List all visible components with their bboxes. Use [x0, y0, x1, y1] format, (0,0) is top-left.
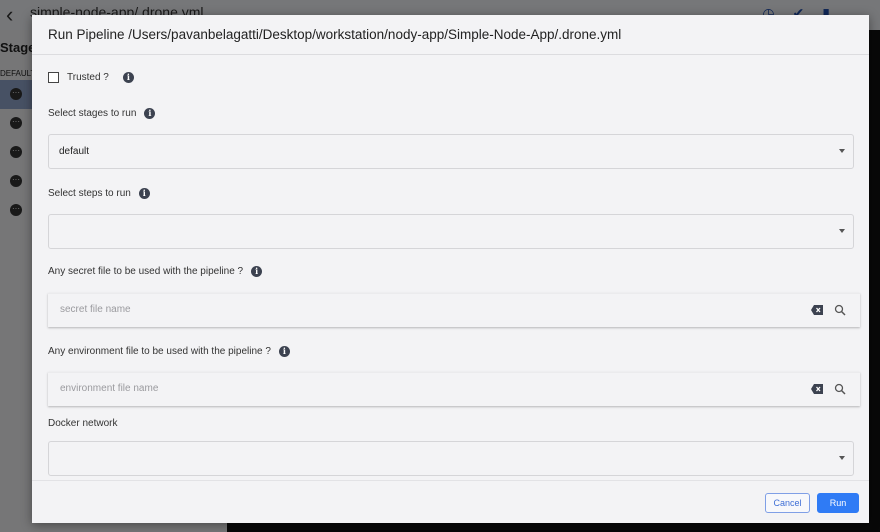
secret-file-label-text: Any secret file to be used with the pipe… — [48, 266, 244, 277]
dialog-title: Run Pipeline /Users/pavanbelagatti/Deskt… — [48, 27, 622, 42]
env-file-field — [48, 372, 860, 406]
trusted-label: Trusted ? — [67, 72, 109, 83]
trusted-row: Trusted ? i — [48, 72, 134, 83]
run-pipeline-dialog: Run Pipeline /Users/pavanbelagatti/Deskt… — [32, 15, 869, 523]
docker-network-select[interactable] — [48, 441, 854, 476]
chevron-down-icon — [839, 149, 845, 153]
steps-select[interactable] — [48, 214, 854, 249]
secret-file-input[interactable] — [58, 303, 762, 316]
run-button[interactable]: Run — [817, 493, 859, 513]
dialog-header: Run Pipeline /Users/pavanbelagatti/Deskt… — [32, 15, 869, 55]
search-icon[interactable] — [834, 383, 846, 395]
docker-network-label: Docker network — [48, 418, 117, 429]
cancel-button[interactable]: Cancel — [765, 493, 810, 513]
clear-icon[interactable] — [811, 305, 823, 315]
info-icon[interactable]: i — [138, 188, 150, 199]
info-icon[interactable]: i — [251, 266, 263, 277]
search-icon[interactable] — [834, 304, 846, 316]
clear-icon[interactable] — [811, 384, 823, 394]
secret-file-field — [48, 293, 860, 327]
info-icon[interactable]: i — [144, 108, 156, 119]
info-icon[interactable]: i — [278, 346, 290, 357]
dialog-footer: Cancel Run — [32, 480, 869, 524]
secret-file-label: Any secret file to be used with the pipe… — [48, 266, 263, 277]
chevron-down-icon — [839, 456, 845, 460]
stages-select-value: default — [59, 146, 90, 157]
stages-select[interactable]: default — [48, 134, 854, 169]
steps-label-text: Select steps to run — [48, 188, 131, 199]
env-file-label: Any environment file to be used with the… — [48, 346, 290, 357]
stages-label-text: Select stages to run — [48, 108, 137, 119]
steps-label: Select steps to run i — [48, 188, 150, 199]
trusted-checkbox[interactable] — [48, 72, 59, 83]
stages-label: Select stages to run i — [48, 108, 156, 119]
env-file-label-text: Any environment file to be used with the… — [48, 346, 271, 357]
docker-network-label-text: Docker network — [48, 418, 118, 429]
env-file-input[interactable] — [58, 382, 762, 395]
info-icon[interactable]: i — [122, 72, 134, 83]
chevron-down-icon — [839, 229, 845, 233]
